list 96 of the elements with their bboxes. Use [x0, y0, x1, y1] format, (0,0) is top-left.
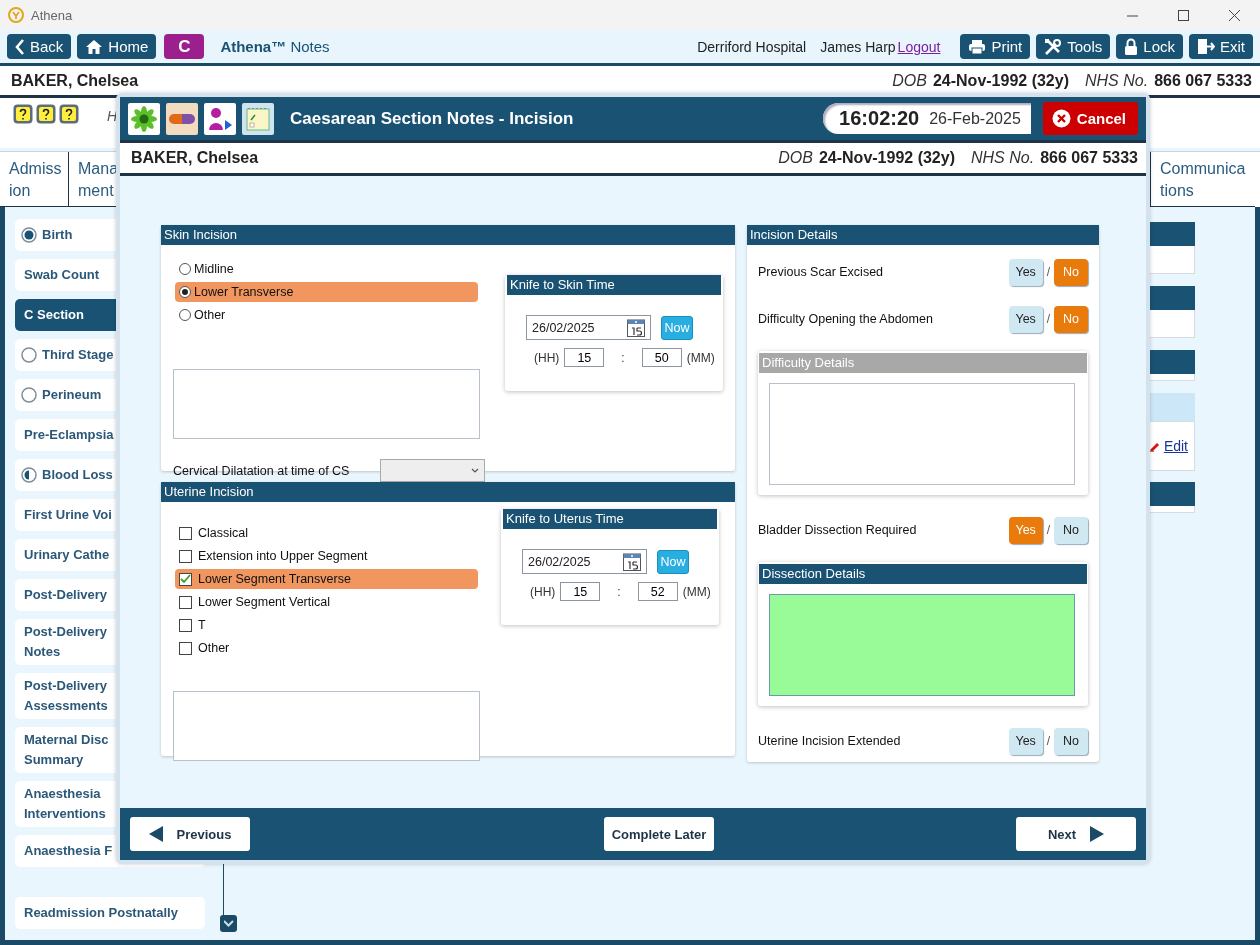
- calendar-icon: [627, 318, 645, 337]
- clock-display: 16:02:20 26-Feb-2025: [823, 103, 1031, 134]
- app-name: Athena™ Notes: [220, 38, 330, 55]
- right-triangle-icon: [1090, 826, 1105, 842]
- home-button[interactable]: Home: [77, 34, 157, 59]
- cancel-button[interactable]: Cancel: [1042, 102, 1138, 135]
- question-label: Bladder Dissection Required: [758, 523, 917, 537]
- panel-title: Uterine Incision: [161, 482, 735, 502]
- edit-link[interactable]: Edit: [1163, 438, 1188, 454]
- half-filled-radio-icon: [21, 467, 37, 483]
- details-field[interactable]: [769, 594, 1075, 696]
- app-logo-icon: [8, 7, 24, 23]
- back-button[interactable]: Back: [7, 34, 72, 59]
- pill-icon[interactable]: [166, 102, 198, 135]
- choice-button[interactable]: No: [1054, 727, 1088, 755]
- hour-field[interactable]: 15: [560, 582, 601, 601]
- minute-field[interactable]: 50: [641, 348, 682, 367]
- help-icon[interactable]: [36, 104, 56, 124]
- checkmark-icon: [180, 574, 191, 584]
- previous-button[interactable]: Previous: [130, 817, 250, 851]
- hour-field[interactable]: 15: [564, 348, 605, 367]
- empty-radio-icon: [21, 387, 37, 403]
- left-triangle-icon: [148, 826, 163, 842]
- sidebar-item[interactable]: Readmission Postnatally: [15, 897, 205, 929]
- slash-separator: /: [1046, 265, 1050, 279]
- hour-label: (HH): [530, 584, 556, 599]
- close-icon[interactable]: [1229, 9, 1240, 21]
- tab[interactable]: Admiss ion: [0, 152, 69, 207]
- empty-radio-icon: [21, 347, 37, 363]
- card-title: Knife to Uterus Time: [503, 509, 717, 529]
- window-title: Athena: [31, 7, 73, 23]
- lock-icon: [1124, 38, 1139, 55]
- nhs-label: NHS No.: [971, 149, 1035, 167]
- maximize-icon[interactable]: [1178, 9, 1189, 21]
- exit-icon: [1197, 38, 1215, 55]
- notepad-icon[interactable]: [242, 102, 274, 135]
- printer-icon: [968, 38, 987, 55]
- notes-field[interactable]: [173, 369, 480, 439]
- help-icon[interactable]: [59, 104, 79, 124]
- chevron-down-icon: [471, 468, 479, 473]
- dob-label: DOB: [892, 71, 927, 90]
- home-icon: [85, 38, 104, 55]
- dob-label: DOB: [778, 149, 813, 167]
- filled-radio-icon: [21, 227, 37, 243]
- pencil-icon: [1147, 440, 1160, 452]
- nhs-number: 866 067 5333: [1040, 149, 1138, 167]
- date-field[interactable]: 26/02/2025: [526, 315, 651, 340]
- nhs-label: NHS No.: [1085, 71, 1149, 90]
- question-label: Difficulty Opening the Abdomen: [758, 312, 933, 326]
- lock-button[interactable]: Lock: [1116, 34, 1183, 59]
- tools-icon: [1044, 37, 1063, 56]
- radio-option[interactable]: Lower Transverse: [175, 282, 478, 302]
- chevron-down-icon: [223, 920, 234, 927]
- exit-button[interactable]: Exit: [1189, 34, 1253, 59]
- help-icon[interactable]: [13, 104, 33, 124]
- user-name: James Harp: [820, 38, 896, 55]
- hospital-name: Derriford Hospital: [697, 38, 807, 55]
- user-badge[interactable]: C: [164, 34, 205, 59]
- dialog-title: Caesarean Section Notes - Incision: [290, 108, 575, 129]
- flower-icon[interactable]: [128, 102, 160, 135]
- panel-title: Incision Details: [747, 225, 1099, 245]
- slash-separator: /: [1046, 734, 1050, 748]
- question-label: Previous Scar Excised: [758, 265, 884, 279]
- panel-title: Skin Incision: [161, 225, 735, 245]
- checkbox-option[interactable]: Lower Segment Transverse: [175, 569, 478, 589]
- minute-label: (MM): [682, 584, 711, 599]
- print-button[interactable]: Print: [960, 34, 1031, 59]
- choice-button[interactable]: No: [1054, 516, 1088, 544]
- hour-label: (HH): [534, 350, 560, 365]
- choice-button[interactable]: Yes: [1008, 305, 1043, 333]
- calendar-icon: [623, 552, 641, 571]
- choice-button[interactable]: Yes: [1008, 258, 1043, 286]
- card-title: Dissection Details: [759, 564, 1087, 584]
- chevron-left-icon: [15, 38, 25, 55]
- complete-later-button[interactable]: Complete Later: [603, 817, 715, 851]
- patient-name: BAKER, Chelsea: [11, 71, 139, 90]
- scroll-down-button[interactable]: [220, 915, 237, 932]
- choice-button[interactable]: Yes: [1008, 727, 1043, 755]
- time-separator: :: [621, 350, 625, 365]
- minute-field[interactable]: 52: [637, 582, 678, 601]
- notes-field[interactable]: [173, 691, 480, 761]
- dob-value: 24-Nov-1992 (32y): [818, 149, 955, 167]
- dob-value: 24-Nov-1992 (32y): [932, 71, 1069, 90]
- question-label: Uterine Incision Extended: [758, 734, 901, 748]
- logout-link[interactable]: Logout: [897, 38, 941, 55]
- tools-button[interactable]: Tools: [1036, 34, 1111, 59]
- minute-label: (MM): [686, 350, 715, 365]
- date-field[interactable]: 26/02/2025: [522, 549, 647, 574]
- slash-separator: /: [1046, 523, 1050, 537]
- card-title: Knife to Skin Time: [507, 275, 721, 295]
- nhs-number: 866 067 5333: [1154, 71, 1252, 90]
- next-button[interactable]: Next: [1016, 817, 1136, 851]
- slash-separator: /: [1046, 312, 1050, 326]
- time-separator: :: [617, 584, 621, 599]
- card-title: Difficulty Details: [759, 353, 1087, 373]
- close-icon: [1051, 109, 1071, 128]
